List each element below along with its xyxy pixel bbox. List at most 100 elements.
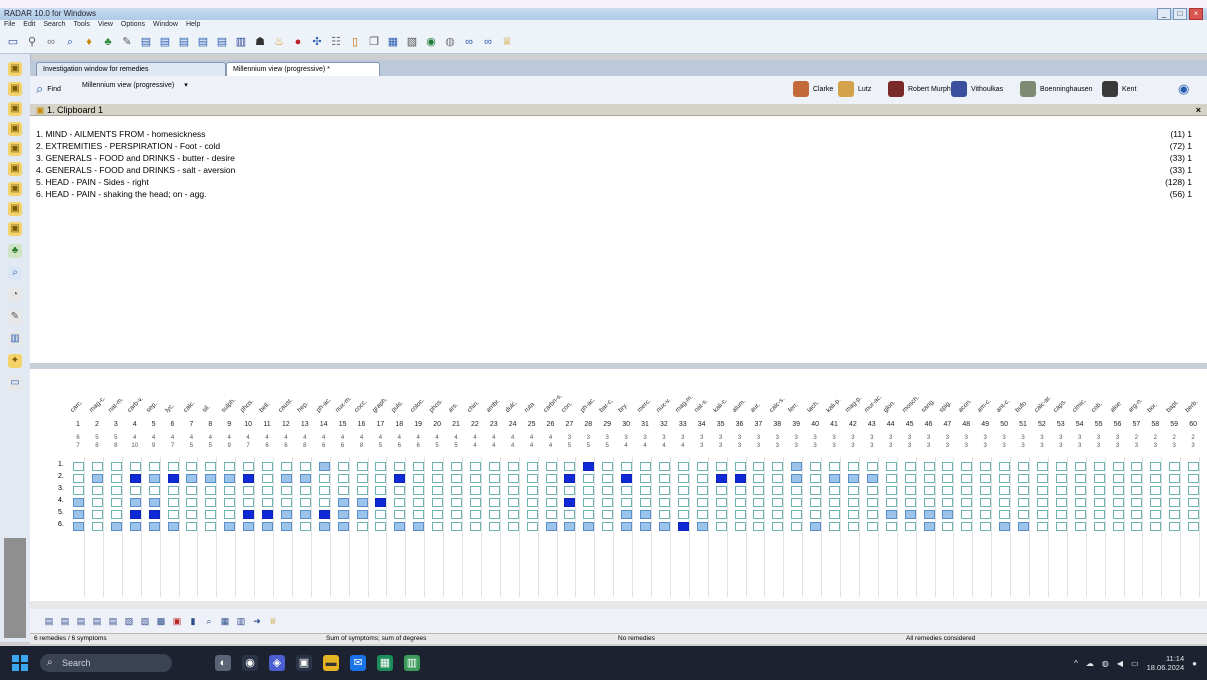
grid-cell[interactable] — [262, 474, 273, 483]
remedy-name[interactable]: bapt. — [1165, 399, 1180, 414]
remedy-name[interactable]: carbn-s. — [542, 392, 564, 414]
grid-cell[interactable] — [451, 522, 462, 531]
grid-cell[interactable] — [375, 486, 387, 495]
grid-cell[interactable] — [1188, 474, 1200, 483]
clipboard-folder-icon[interactable]: ▣ — [8, 222, 22, 236]
remedy-name[interactable]: ph-ac. — [579, 396, 597, 414]
grid-cell[interactable] — [205, 522, 217, 531]
grid-tool-13-icon[interactable]: ▥ — [236, 616, 246, 626]
remedy-name[interactable]: kali-c. — [712, 397, 729, 414]
grid-cell[interactable] — [866, 510, 878, 519]
counter-icon[interactable]: ☷ — [329, 35, 343, 49]
grid-cell[interactable] — [866, 522, 878, 531]
rubric-row[interactable]: 1. MIND - AILMENTS FROM - homesickness (… — [36, 128, 1196, 140]
grid-cell[interactable] — [1093, 462, 1105, 471]
grid-cell[interactable] — [91, 462, 103, 471]
pen-icon[interactable]: ✎ — [120, 35, 134, 49]
grid-cell[interactable] — [1169, 462, 1181, 471]
grid-cell[interactable] — [734, 486, 746, 495]
author-boenninghausen[interactable]: Boenninghausen — [1020, 81, 1093, 97]
grid-cell[interactable] — [507, 486, 519, 495]
remedy-name[interactable]: coloc. — [409, 397, 426, 414]
grid-cell[interactable] — [205, 486, 217, 495]
grid-cell[interactable] — [942, 474, 954, 483]
grid-cell[interactable] — [129, 486, 141, 495]
grid-cell[interactable] — [167, 486, 179, 495]
grid-cell[interactable] — [91, 510, 103, 519]
grid-cell[interactable] — [715, 486, 727, 495]
grid-cell[interactable] — [734, 522, 746, 531]
grid-cell[interactable] — [772, 498, 784, 507]
grid-cell[interactable] — [942, 462, 954, 471]
rubric-row[interactable]: 4. GENERALS - FOOD and DRINKS - salt - a… — [36, 164, 1196, 176]
clock[interactable]: 11:14 18.06.2024 — [1147, 654, 1185, 672]
grid-cell[interactable] — [772, 462, 784, 471]
grid-cell[interactable] — [91, 498, 103, 507]
grid-cell[interactable] — [999, 474, 1011, 483]
grid-cell[interactable] — [299, 486, 311, 495]
grid-cell[interactable] — [829, 498, 840, 507]
remedy-name[interactable]: ant-c. — [995, 398, 1011, 414]
grid-cell[interactable] — [262, 486, 273, 495]
grid-cell[interactable] — [1169, 486, 1181, 495]
grid-cell[interactable] — [904, 462, 916, 471]
grid-cell[interactable] — [1188, 498, 1200, 507]
grid-cell[interactable] — [885, 462, 897, 471]
grid-cell[interactable] — [1018, 486, 1029, 495]
grid-cell[interactable] — [337, 510, 349, 519]
grid-cell[interactable] — [318, 462, 330, 471]
grid-cell[interactable] — [148, 498, 160, 507]
grid-cell[interactable] — [866, 498, 878, 507]
remedy-name[interactable]: kali-p. — [825, 397, 842, 414]
grid-cell[interactable] — [658, 474, 670, 483]
remedy-name[interactable]: carc. — [69, 399, 84, 414]
grid-cell[interactable] — [469, 474, 481, 483]
author-murphy[interactable]: Robert Murphy — [888, 81, 954, 97]
grid-cell[interactable] — [224, 486, 236, 495]
grid-cell[interactable] — [658, 486, 670, 495]
grid-cell[interactable] — [413, 474, 425, 483]
grid-cell[interactable] — [129, 474, 141, 483]
grid-cell[interactable] — [847, 522, 859, 531]
grid-cell[interactable] — [829, 474, 840, 483]
grid-cell[interactable] — [583, 474, 595, 483]
grid-cell[interactable] — [73, 522, 84, 531]
grid-cell[interactable] — [753, 510, 765, 519]
grid-tool-9-icon[interactable]: ▣ — [172, 616, 182, 626]
grid-cell[interactable] — [545, 510, 557, 519]
monitor-icon[interactable]: ▭ — [8, 376, 22, 390]
remedy-name[interactable]: chin. — [466, 399, 481, 414]
grid-cell[interactable] — [791, 474, 803, 483]
remedy-name[interactable]: nat-m. — [107, 396, 125, 414]
remedy-name[interactable]: ferr. — [787, 401, 800, 414]
menu-tools[interactable]: Tools — [74, 20, 90, 30]
grid-tool-1-icon[interactable]: ▤ — [44, 616, 54, 626]
grid-cell[interactable] — [772, 474, 784, 483]
grid-cell[interactable] — [677, 486, 689, 495]
grid-cell[interactable] — [1074, 510, 1086, 519]
remedy-name[interactable]: sep. — [145, 400, 159, 414]
grid-cell[interactable] — [810, 486, 822, 495]
remedy-name[interactable]: sulph. — [220, 397, 237, 414]
grid-cell[interactable] — [243, 474, 255, 483]
grid-cell[interactable] — [299, 510, 311, 519]
grid-cell[interactable] — [923, 486, 935, 495]
grid-cell[interactable] — [545, 462, 557, 471]
grid-cell[interactable] — [451, 462, 462, 471]
grid-cell[interactable] — [1150, 486, 1162, 495]
info-icon[interactable]: ◍ — [443, 35, 457, 49]
grid-cell[interactable] — [299, 462, 311, 471]
grid-cell[interactable] — [847, 474, 859, 483]
grid-cell[interactable] — [1131, 522, 1143, 531]
grid-cell[interactable] — [904, 486, 916, 495]
grid-cell[interactable] — [1169, 522, 1181, 531]
grid-cell[interactable] — [394, 510, 406, 519]
grid-cell[interactable] — [1093, 522, 1105, 531]
grid-cell[interactable] — [488, 462, 500, 471]
grid-cell[interactable] — [280, 462, 292, 471]
grid-tool-7-icon[interactable]: ▨ — [140, 616, 150, 626]
grid-cell[interactable] — [866, 474, 878, 483]
view-selector[interactable]: Millennium view (progressive) ▾ — [82, 81, 188, 90]
remedy-name[interactable]: puls. — [390, 399, 405, 414]
grid-cell[interactable] — [753, 474, 765, 483]
